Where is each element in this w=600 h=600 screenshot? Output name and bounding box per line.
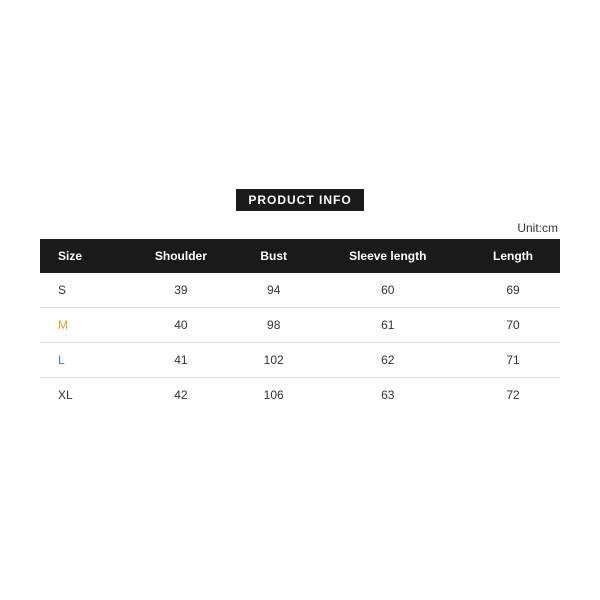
table-row: L411026271: [40, 342, 560, 377]
cell-shoulder: 42: [124, 377, 238, 412]
cell-length: 70: [466, 307, 560, 342]
cell-shoulder: 41: [124, 342, 238, 377]
cell-shoulder: 40: [124, 307, 238, 342]
cell-size: M: [40, 307, 124, 342]
unit-label: Unit:cm: [40, 221, 560, 235]
table-header-row: Size Shoulder Bust Sleeve length Length: [40, 239, 560, 273]
cell-length: 72: [466, 377, 560, 412]
cell-sleeve: 60: [309, 273, 466, 308]
cell-size: L: [40, 342, 124, 377]
table-row: S39946069: [40, 273, 560, 308]
col-header-length: Length: [466, 239, 560, 273]
cell-bust: 106: [238, 377, 310, 412]
cell-size: S: [40, 273, 124, 308]
product-info-title: PRODUCT INFO: [236, 189, 363, 211]
cell-bust: 94: [238, 273, 310, 308]
cell-length: 71: [466, 342, 560, 377]
table-row: M40986170: [40, 307, 560, 342]
size-table: Size Shoulder Bust Sleeve length Length …: [40, 239, 560, 412]
cell-sleeve: 61: [309, 307, 466, 342]
cell-bust: 102: [238, 342, 310, 377]
table-row: XL421066372: [40, 377, 560, 412]
title-wrapper: PRODUCT INFO: [40, 189, 560, 211]
product-info-container: PRODUCT INFO Unit:cm Size Shoulder Bust …: [40, 189, 560, 412]
cell-size: XL: [40, 377, 124, 412]
cell-shoulder: 39: [124, 273, 238, 308]
col-header-sleeve: Sleeve length: [309, 239, 466, 273]
cell-length: 69: [466, 273, 560, 308]
col-header-size: Size: [40, 239, 124, 273]
cell-bust: 98: [238, 307, 310, 342]
cell-sleeve: 62: [309, 342, 466, 377]
cell-sleeve: 63: [309, 377, 466, 412]
col-header-shoulder: Shoulder: [124, 239, 238, 273]
col-header-bust: Bust: [238, 239, 310, 273]
